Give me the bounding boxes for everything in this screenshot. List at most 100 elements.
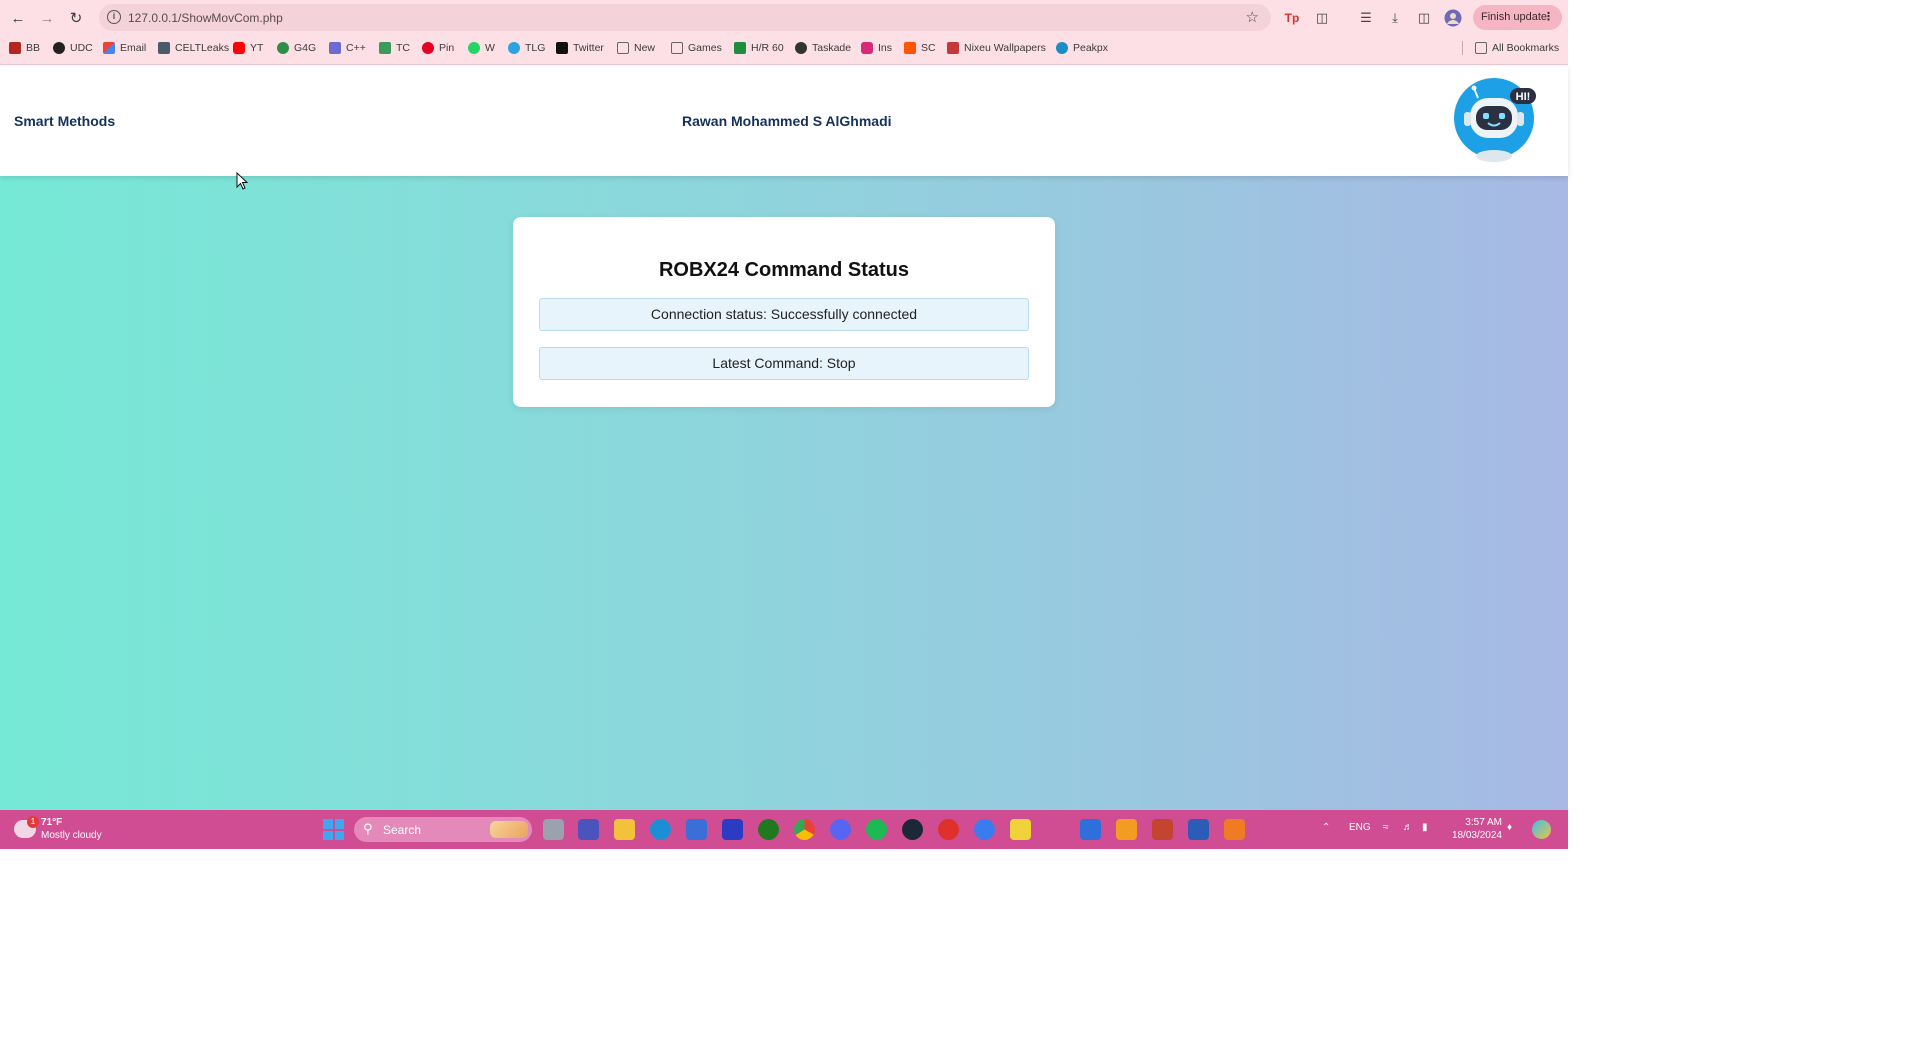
weather-badge: 1 [27,816,39,828]
visual-studio-code-icon[interactable] [722,819,743,840]
bookmark-email[interactable]: Email [103,40,146,56]
bookmark-tlg[interactable]: TLG [508,40,545,56]
taskbar-search-box[interactable]: ⚲ Search [354,817,532,842]
weather-condition: Mostly cloudy [41,830,102,841]
bookmark-twitter[interactable]: Twitter [556,40,604,56]
telegram-favicon-icon [508,42,520,54]
spotify-icon[interactable] [866,819,887,840]
wifi-icon[interactable]: ≈ [1383,822,1389,833]
more-menu-icon: ⋮ [1543,11,1554,23]
bookmark-folder-new[interactable]: New [617,40,655,56]
search-highlight-image [490,821,528,838]
bookmark-taskade[interactable]: Taskade [795,40,851,56]
bookmark-hr60[interactable]: H/R 60 [734,40,784,56]
bookmark-yt[interactable]: YT [233,40,263,56]
show-hidden-icons-chevron-icon[interactable]: ⌃ [1322,822,1330,833]
downloads-icon[interactable]: ⤓ [1385,8,1405,28]
reload-icon[interactable]: ↻ [64,6,88,30]
back-arrow-icon[interactable]: ← [6,6,30,30]
bookmark-label: Nixeu Wallpapers [964,42,1046,54]
side-panel-icon[interactable]: ◫ [1414,8,1434,28]
extension-tp-icon[interactable]: Tp [1282,8,1302,28]
address-bar[interactable]: i 127.0.0.1/ShowMovCom.php ☆ [99,4,1271,31]
bookmark-label: TLG [525,42,546,54]
bookmark-pin[interactable]: Pin [422,40,454,56]
edge-browser-icon[interactable] [650,819,671,840]
finish-update-button[interactable]: Finish update ⋮ [1473,5,1562,30]
bookmark-udc[interactable]: UDC [53,40,93,56]
language-indicator[interactable]: ENG [1349,822,1371,833]
youtube-favicon-icon [233,42,245,54]
bookmark-ins[interactable]: Ins [861,40,892,56]
site-info-icon[interactable]: i [107,10,121,24]
soundcloud-favicon-icon [904,42,916,54]
media-controls-icon[interactable]: ☰ [1356,8,1376,28]
bookmark-label: Games [688,42,722,54]
extensions-puzzle-icon[interactable]: ◫ [1312,8,1332,28]
steam-icon[interactable] [902,819,923,840]
bookmark-celtleaks[interactable]: CELTLeaks [158,40,229,56]
bookmark-label: Taskade [812,42,852,54]
bookmark-label: Email [120,42,147,54]
bookmark-label: UDC [70,42,93,54]
clock-date: 18/03/2024 [1451,830,1502,841]
status-card: ROBX24 Command Status Connection status:… [513,217,1055,407]
bookmark-star-icon[interactable]: ☆ [1246,8,1259,26]
bookmark-w[interactable]: W [468,40,495,56]
all-bookmarks-button[interactable]: All Bookmarks [1475,40,1559,56]
windows-taskbar: 1 71°F Mostly cloudy ⚲ Search ⌃ ENG ≈ ♬ … [0,810,1568,849]
notepad-icon[interactable] [1080,819,1101,840]
bookmarks-divider [1462,41,1463,55]
sticky-notes-icon[interactable] [1010,819,1031,840]
powerpoint-icon[interactable] [1152,819,1173,840]
bookmark-bb[interactable]: BB [9,40,40,56]
xbox-icon[interactable] [758,819,779,840]
bookmark-label: C++ [346,42,366,54]
weather-widget[interactable]: 1 71°F Mostly cloudy [14,816,124,844]
arc-icon[interactable] [974,819,995,840]
bookmark-peakpx[interactable]: Peakpx [1056,40,1108,56]
bookmark-label: Pin [439,42,455,54]
bookmark-label: CELTLeaks [175,42,230,54]
instagram-favicon-icon [861,42,873,54]
xampp-icon[interactable] [1224,819,1245,840]
bookmark-nixeu[interactable]: Nixeu Wallpapers [947,40,1046,56]
task-view-icon[interactable] [543,819,564,840]
notifications-bell-icon[interactable]: ♦ [1507,822,1512,833]
site-header: Smart Methods Rawan Mohammed S AlGhmadi … [0,66,1568,176]
brand-title: Smart Methods [14,113,116,129]
teams-icon[interactable] [578,819,599,840]
bookmark-label: BB [26,42,41,54]
bookmark-cpp[interactable]: C++ [329,40,366,56]
bookmark-sc[interactable]: SC [904,40,936,56]
system-clock[interactable]: 3:57 AM 18/03/2024 [1447,816,1502,842]
forward-arrow-icon[interactable]: → [35,6,59,30]
g4g-favicon-icon [277,42,289,54]
url-text[interactable]: 127.0.0.1/ShowMovCom.php [128,11,283,25]
browser-chrome: ← → ↻ i 127.0.0.1/ShowMovCom.php ☆ Tp ◫ … [0,0,1568,65]
windows-start-icon[interactable] [323,819,344,840]
file-explorer-icon[interactable] [614,819,635,840]
discord-icon[interactable] [830,819,851,840]
microsoft-store-icon[interactable] [686,819,707,840]
copilot-icon[interactable] [1532,820,1551,839]
whatsapp-favicon-icon [468,42,480,54]
bookmark-tc[interactable]: TC [379,40,410,56]
chrome-icon[interactable] [794,819,815,840]
volume-icon[interactable]: ♬ [1403,822,1413,833]
profile-avatar-icon[interactable] [1443,8,1463,28]
battery-icon[interactable]: ▮ [1422,822,1428,833]
robot-chatbot-icon[interactable]: HI! [1452,78,1536,162]
pinterest-favicon-icon [422,42,434,54]
bookmark-label: W [485,42,495,54]
ea-app-icon[interactable] [938,819,959,840]
bookmark-folder-games[interactable]: Games [671,40,722,56]
bookmark-label: TC [396,42,410,54]
weather-temperature: 71°F [41,817,63,828]
app-orange-icon[interactable] [1116,819,1137,840]
word-icon[interactable] [1188,819,1209,840]
connection-status-box: Connection status: Successfully connecte… [539,298,1029,331]
card-title: ROBX24 Command Status [658,259,910,281]
hr60-favicon-icon [734,42,746,54]
bookmark-g4g[interactable]: G4G [277,40,316,56]
